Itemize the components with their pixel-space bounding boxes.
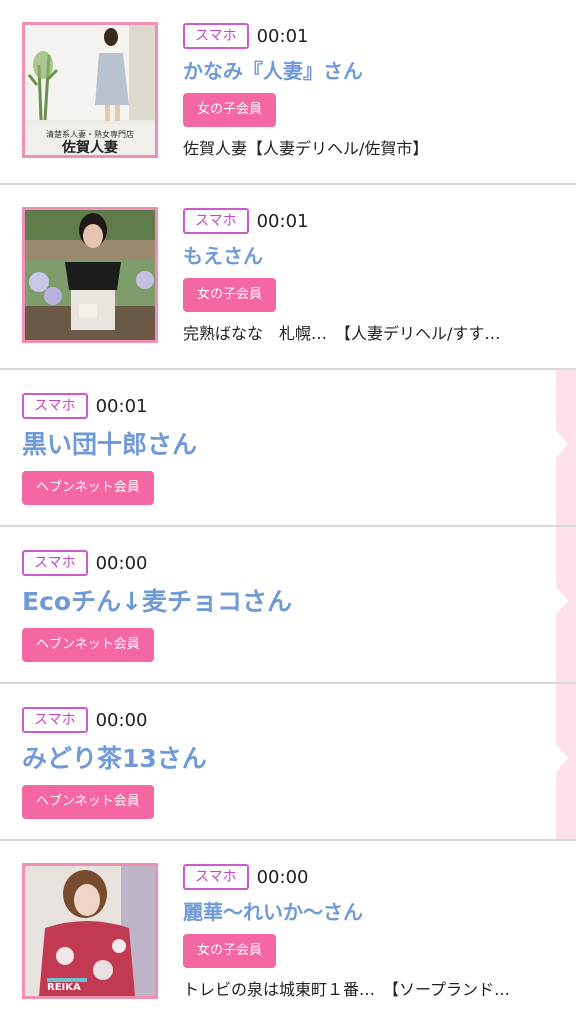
access-time: 00:00 <box>95 552 148 574</box>
user-name[interactable]: みどり茶13さん <box>22 743 516 775</box>
thumb-logo: REIKA <box>47 982 81 993</box>
list-item[interactable]: スマホ 00:01 黒い団十郎さん ヘブンネット会員 <box>0 370 576 527</box>
list-item[interactable]: 清楚系人妻・熟女専門店 佐賀人妻 スマホ 00:01 かなみ『人妻』さん 女の子… <box>0 0 576 185</box>
side-tab[interactable] <box>556 370 576 525</box>
thumb-caption: 清楚系人妻・熟女専門店 <box>46 129 134 139</box>
member-type-badge: 女の子会員 <box>183 93 277 127</box>
entry-info: スマホ 00:00 麗華〜れいか〜さん 女の子会員 トレビの泉は城東町１番… 【… <box>183 864 556 1000</box>
device-badge: スマホ <box>22 707 88 733</box>
entry-info: スマホ 00:01 もえさん 女の子会員 完熟ばなな 札幌… 【人妻デリヘル/す… <box>183 208 556 344</box>
device-badge: スマホ <box>183 208 249 234</box>
member-type-badge: 女の子会員 <box>183 278 277 312</box>
girl-photo[interactable]: REIKA <box>22 863 158 999</box>
list-item[interactable]: スマホ 00:00 Ecoチん↓麦チョコさん ヘブンネット会員 <box>0 527 576 684</box>
device-badge: スマホ <box>183 23 249 49</box>
chevron-left-icon <box>556 744 568 772</box>
device-badge: スマホ <box>22 550 88 576</box>
entry-info: スマホ 00:00 みどり茶13さん ヘブンネット会員 <box>22 707 516 819</box>
shop-name[interactable]: 佐賀人妻【人妻デリヘル/佐賀市】 <box>183 135 556 159</box>
entry-info: スマホ 00:00 Ecoチん↓麦チョコさん ヘブンネット会員 <box>22 550 516 662</box>
member-type-badge: ヘブンネット会員 <box>22 628 154 662</box>
entry-info: スマホ 00:01 かなみ『人妻』さん 女の子会員 佐賀人妻【人妻デリヘル/佐賀… <box>183 23 556 159</box>
shop-name[interactable]: トレビの泉は城東町１番… 【ソープランド… <box>183 976 556 1000</box>
user-name[interactable]: 黒い団十郎さん <box>22 429 516 461</box>
user-name[interactable]: かなみ『人妻』さん <box>183 59 556 83</box>
list-item[interactable]: スマホ 00:00 みどり茶13さん ヘブンネット会員 <box>0 684 576 841</box>
user-name[interactable]: 麗華〜れいか〜さん <box>183 900 556 924</box>
side-tab[interactable] <box>556 684 576 839</box>
entry-info: スマホ 00:01 黒い団十郎さん ヘブンネット会員 <box>22 393 516 505</box>
access-time: 00:00 <box>256 866 309 888</box>
device-badge: スマホ <box>22 393 88 419</box>
side-tab[interactable] <box>556 527 576 682</box>
user-name[interactable]: もえさん <box>183 244 556 268</box>
access-time: 00:01 <box>256 210 309 232</box>
thumb-logo: 佐賀人妻 <box>61 139 118 155</box>
access-list: 清楚系人妻・熟女専門店 佐賀人妻 スマホ 00:01 かなみ『人妻』さん 女の子… <box>0 0 576 1031</box>
member-type-badge: 女の子会員 <box>183 934 277 968</box>
device-badge: スマホ <box>183 864 249 890</box>
list-item[interactable]: REIKA スマホ 00:00 麗華〜れいか〜さん 女の子会員 トレビの泉は城東… <box>0 841 576 1031</box>
chevron-left-icon <box>556 430 568 458</box>
girl-photo[interactable] <box>22 207 158 343</box>
access-time: 00:01 <box>95 395 148 417</box>
shop-name[interactable]: 完熟ばなな 札幌… 【人妻デリヘル/すす… <box>183 320 556 344</box>
member-type-badge: ヘブンネット会員 <box>22 471 154 505</box>
chevron-left-icon <box>556 587 568 615</box>
access-time: 00:01 <box>256 25 309 47</box>
girl-photo[interactable]: 清楚系人妻・熟女専門店 佐賀人妻 <box>22 22 158 158</box>
access-time: 00:00 <box>95 709 148 731</box>
list-item[interactable]: スマホ 00:01 もえさん 女の子会員 完熟ばなな 札幌… 【人妻デリヘル/す… <box>0 185 576 370</box>
user-name[interactable]: Ecoチん↓麦チョコさん <box>22 586 516 618</box>
member-type-badge: ヘブンネット会員 <box>22 785 154 819</box>
